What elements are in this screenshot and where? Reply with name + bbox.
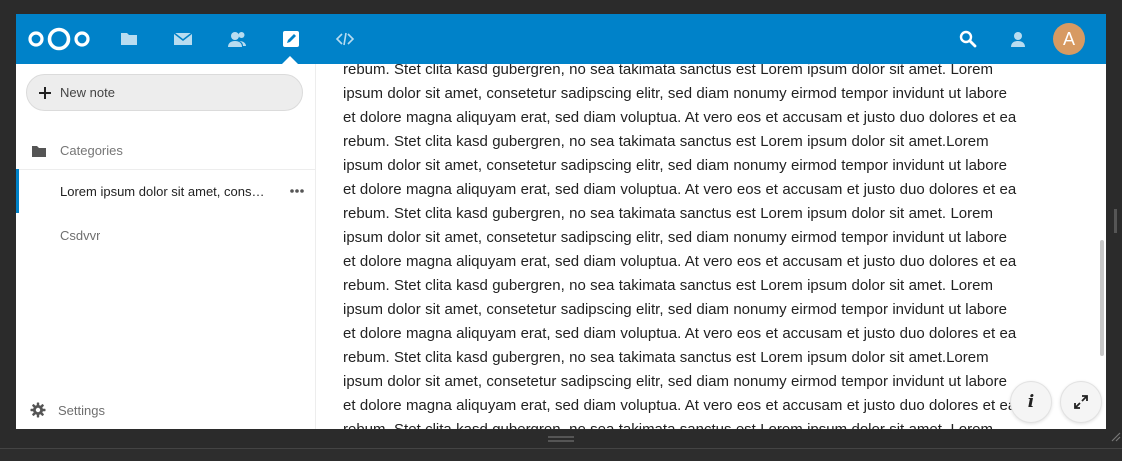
app-navigation: New note Categories Lorem ipsum dolor si… — [16, 64, 316, 429]
contacts-icon[interactable] — [225, 27, 249, 51]
text-line: ipsum dolor sit amet, consetetur sadipsc… — [343, 157, 1007, 174]
text-line: rebum. Stet clita kasd gubergren, no sea… — [343, 277, 993, 294]
new-note-label: New note — [60, 85, 115, 100]
text-line: et dolore magna aliquyam erat, sed diam … — [343, 325, 1017, 342]
mail-icon[interactable] — [171, 27, 195, 51]
note-item[interactable]: Csdvvr — [16, 213, 315, 257]
text-line: et dolore magna aliquyam erat, sed diam … — [343, 109, 1017, 126]
note-editor[interactable]: rebum. Stet clita kasd gubergren, no sea… — [316, 64, 1106, 429]
text-line: et dolore magna aliquyam erat, sed diam … — [343, 397, 1017, 414]
text-line: ipsum dolor sit amet, consetetur sadipsc… — [343, 373, 1007, 390]
text-line: et dolore magna aliquyam erat, sed diam … — [343, 181, 1017, 198]
new-note-button[interactable]: New note — [26, 74, 303, 111]
editor-scrollbar[interactable] — [1100, 240, 1104, 356]
categories-item[interactable]: Categories — [16, 132, 315, 170]
note-title: Csdvvr — [60, 227, 101, 243]
search-icon[interactable] — [956, 27, 980, 51]
fullscreen-icon — [1074, 395, 1088, 409]
code-icon[interactable] — [333, 27, 357, 51]
settings-item[interactable]: Settings — [16, 394, 315, 426]
files-icon[interactable] — [117, 27, 141, 51]
resize-corner-icon[interactable] — [1109, 430, 1121, 442]
contacts-menu-icon[interactable] — [1006, 27, 1030, 51]
text-line: ipsum dolor sit amet, consetetur sadipsc… — [343, 85, 1007, 102]
text-line: rebum. Stet clita kasd gubergren, no sea… — [343, 133, 989, 150]
more-options-icon[interactable] — [289, 187, 305, 195]
side-resize-handle[interactable] — [1114, 209, 1117, 233]
plus-icon — [39, 86, 51, 99]
resize-handle-icon[interactable] — [548, 436, 574, 442]
active-app-indicator — [282, 56, 298, 64]
text-line: ipsum dolor sit amet, consetetur sadipsc… — [343, 229, 1007, 246]
text-line: et dolore magna aliquyam erat, sed diam … — [343, 253, 1017, 270]
note-item[interactable]: Lorem ipsum dolor sit amet, consetetur s… — [16, 169, 315, 213]
top-header: A — [16, 14, 1106, 64]
settings-label: Settings — [58, 402, 105, 418]
text-line: rebum. Stet clita kasd gubergren, no sea… — [343, 64, 993, 78]
text-line: rebum. Stet clita kasd gubergren, no sea… — [343, 418, 1059, 429]
info-button[interactable]: i — [1010, 381, 1052, 423]
text-line: rebum. Stet clita kasd gubergren, no sea… — [343, 349, 989, 366]
note-content[interactable]: rebum. Stet clita kasd gubergren, no sea… — [343, 64, 1059, 429]
folder-icon — [32, 145, 46, 157]
user-avatar[interactable]: A — [1053, 23, 1085, 55]
gear-icon — [30, 402, 46, 418]
categories-label: Categories — [60, 143, 123, 158]
nextcloud-logo-icon[interactable] — [27, 26, 91, 52]
notes-icon[interactable] — [279, 27, 303, 51]
app-window: A New note Categories Lorem ipsum dolor … — [16, 14, 1106, 429]
text-line: rebum. Stet clita kasd gubergren, no sea… — [343, 205, 993, 222]
fullscreen-button[interactable] — [1060, 381, 1102, 423]
text-line: ipsum dolor sit amet, consetetur sadipsc… — [343, 301, 1007, 318]
bottom-bar — [0, 448, 1122, 461]
info-icon: i — [1027, 392, 1035, 412]
note-title: Lorem ipsum dolor sit amet, consetetur s… — [60, 183, 270, 199]
